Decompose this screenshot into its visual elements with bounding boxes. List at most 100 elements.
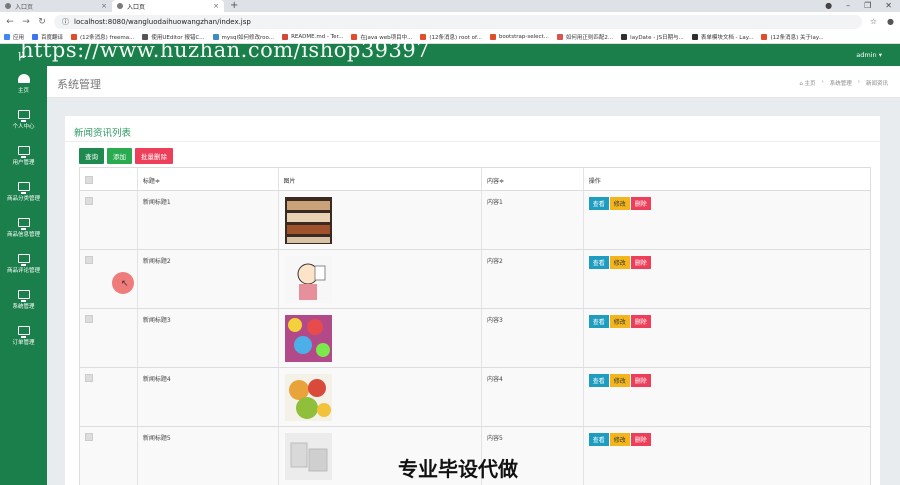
breadcrumb-home[interactable]: ⌂ 主页 [799, 79, 815, 87]
bookmark-item[interactable]: layDate - JS日期与... [621, 33, 684, 41]
edit-button[interactable]: 修改 [609, 197, 630, 210]
row-checkbox[interactable] [85, 256, 93, 264]
row-checkbox[interactable] [85, 433, 93, 441]
tab-label: 入口页 [127, 3, 146, 11]
sidebar-item[interactable]: 商品信息管理 [0, 210, 47, 246]
bookmark-label: bootstrap-select... [498, 34, 549, 40]
maximize-icon[interactable]: ❐ [864, 0, 871, 12]
news-list-panel: 新闻资讯列表 查询 添加 批量删除 标题≑ 图片 内容≑ 操作 新闻标题1 内容1… [65, 116, 880, 485]
bookmark-label: layDate - JS日期与... [630, 35, 684, 41]
reload-icon[interactable]: ↻ [38, 17, 46, 27]
bookmark-favicon-icon [489, 34, 496, 40]
delete-button[interactable]: 删除 [630, 315, 651, 328]
sidebar-item[interactable]: 用户管理 [0, 138, 47, 174]
pointer-icon: ↖ [121, 279, 129, 289]
actions-cell: 查看 修改 删除 [584, 191, 870, 249]
image-cell [279, 368, 482, 426]
monitor-icon [17, 326, 30, 338]
url-text: localhost:8080/wangluodaihuowangzhan/ind… [74, 17, 251, 26]
edit-button[interactable]: 修改 [609, 374, 630, 387]
select-all-checkbox[interactable] [85, 176, 93, 184]
bookmark-item[interactable]: 表单模块文档 - Lay... [691, 33, 753, 41]
sidebar-item[interactable]: 主页 [0, 66, 47, 102]
bookmark-favicon-icon [691, 34, 698, 40]
bookmark-star-icon[interactable]: ☆ [870, 17, 877, 26]
user-menu[interactable]: admin ▾ [856, 51, 882, 59]
breadcrumb-current: 新闻资讯 [865, 81, 888, 87]
title-cell: 新闻标题2 [138, 250, 279, 308]
view-button[interactable]: 查看 [588, 197, 609, 210]
title-cell: 新闻标题1 [138, 191, 279, 249]
monitor-icon [17, 290, 30, 302]
mouse-cursor-highlight: ↖ [112, 272, 134, 294]
bookmark-item[interactable]: bootstrap-select... [489, 34, 549, 40]
delete-button[interactable]: 删除 [630, 197, 651, 210]
table-header: 标题≑ 图片 内容≑ 操作 [80, 168, 870, 191]
search-button[interactable]: 查询 [79, 148, 104, 164]
bookmark-item[interactable]: (12条消息) 关于lay... [761, 33, 824, 41]
header-title[interactable]: 标题≑ [138, 168, 279, 190]
tab-favicon-icon [117, 3, 123, 9]
row-checkbox[interactable] [85, 315, 93, 323]
news-thumbnail [284, 315, 332, 362]
sidebar-item-label: 主页 [17, 88, 29, 94]
back-icon[interactable]: ← [6, 17, 14, 27]
profile-icon[interactable]: ● [825, 0, 832, 12]
monitor-icon [17, 110, 30, 122]
view-button[interactable]: 查看 [588, 374, 609, 387]
close-window-icon[interactable]: ✕ [885, 0, 892, 12]
sidebar-item[interactable]: 个人中心 [0, 102, 47, 138]
browser-tab-1[interactable]: 入口页 × [0, 0, 112, 12]
row-checkbox[interactable] [85, 374, 93, 382]
close-tab-icon[interactable]: × [213, 2, 219, 10]
sidebar: 主页个人中心 用户管理商品分类管理商品信息管理 商品评论管理系统管理订单管理 [0, 66, 47, 485]
sidebar-item[interactable]: 订单管理 [0, 318, 47, 354]
delete-button[interactable]: 删除 [630, 433, 651, 446]
select-cell [80, 309, 138, 367]
delete-button[interactable]: 删除 [630, 256, 651, 269]
promo-banner: 专业毕设代做 [398, 457, 518, 481]
table-row: 新闻标题3 内容3 查看 修改 删除 [80, 309, 870, 368]
image-cell [279, 309, 482, 367]
toolbar: 查询 添加 批量删除 [79, 148, 173, 164]
image-cell [279, 250, 482, 308]
new-tab-icon[interactable]: + [224, 0, 244, 12]
actions-cell: 查看 修改 删除 [584, 309, 870, 367]
row-checkbox[interactable] [85, 197, 93, 205]
view-button[interactable]: 查看 [588, 315, 609, 328]
add-button[interactable]: 添加 [107, 148, 132, 164]
bookmark-favicon-icon [621, 34, 628, 40]
tab-label: 入口页 [15, 3, 34, 11]
view-button[interactable]: 查看 [588, 433, 609, 446]
edit-button[interactable]: 修改 [609, 315, 630, 328]
browser-tab-2[interactable]: 入口页 × [112, 0, 224, 12]
title-cell: 新闻标题3 [138, 309, 279, 367]
delete-button[interactable]: 删除 [630, 374, 651, 387]
tab-favicon-icon [5, 3, 11, 9]
url-field[interactable]: ⓘ localhost:8080/wangluodaihuowangzhan/i… [54, 14, 862, 29]
batch-delete-button[interactable]: 批量删除 [135, 148, 173, 164]
header-content[interactable]: 内容≑ [482, 168, 584, 190]
edit-button[interactable]: 修改 [609, 256, 630, 269]
edit-button[interactable]: 修改 [609, 433, 630, 446]
close-tab-icon[interactable]: × [101, 2, 107, 10]
sidebar-item[interactable]: 系统管理 [0, 282, 47, 318]
sidebar-item[interactable]: 商品评论管理 [0, 246, 47, 282]
breadcrumb: ⌂ 主页 › 系统管理 › 新闻资讯 [799, 79, 888, 87]
forward-icon[interactable]: → [22, 17, 30, 27]
table-row: 新闻标题1 内容1 查看 修改 删除 [80, 191, 870, 250]
content-cell: 内容2 [482, 250, 584, 308]
sidebar-item[interactable]: 商品分类管理 [0, 174, 47, 210]
account-icon[interactable]: ● [887, 17, 894, 26]
watermark-url: https://www.huzhan.com/ishop39397 [20, 38, 431, 62]
sidebar-item-label: 商品分类管理 [6, 196, 40, 202]
bookmark-label: 如何用正则匹配2... [565, 35, 614, 41]
breadcrumb-separator: › [821, 79, 824, 85]
view-button[interactable]: 查看 [588, 256, 609, 269]
breadcrumb-system[interactable]: 系统管理 [830, 79, 852, 87]
bookmark-item[interactable]: 如何用正则匹配2... [556, 33, 614, 41]
minimize-icon[interactable]: – [846, 0, 850, 12]
sidebar-item-label: 系统管理 [12, 304, 35, 310]
info-icon[interactable]: ⓘ [62, 17, 69, 27]
monitor-icon [17, 182, 30, 194]
